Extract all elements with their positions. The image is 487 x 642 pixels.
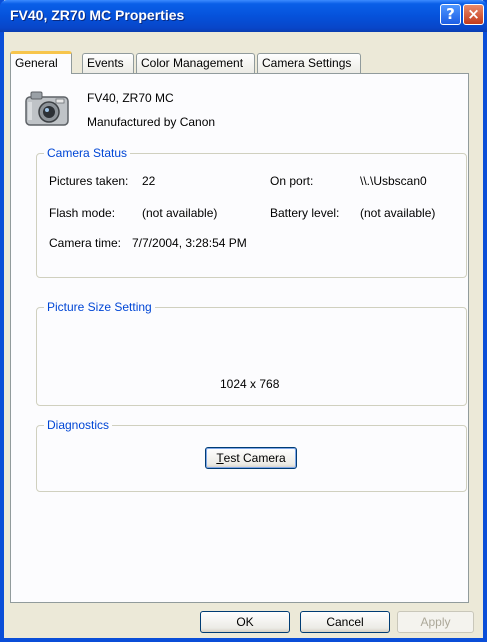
test-camera-button[interactable]: Test Camera bbox=[205, 447, 297, 469]
test-camera-accesskey: T bbox=[216, 451, 224, 465]
battery-level-label: Battery level: bbox=[270, 206, 340, 220]
camera-time-value: 7/7/2004, 3:28:54 PM bbox=[132, 236, 247, 250]
camera-time-label: Camera time: bbox=[49, 236, 122, 250]
pictures-taken-label: Pictures taken: bbox=[49, 174, 129, 188]
on-port-value: \\.\Usbscan0 bbox=[360, 174, 427, 188]
tab-events[interactable]: Events bbox=[82, 53, 134, 73]
picture-size-group: Picture Size Setting bbox=[36, 300, 467, 406]
camera-icon bbox=[25, 91, 69, 126]
manufacturer-label: Manufactured by Canon bbox=[87, 115, 216, 129]
picture-size-value: 1024 x 768 bbox=[220, 377, 280, 391]
close-button[interactable]: × bbox=[463, 4, 484, 25]
flash-mode-label: Flash mode: bbox=[49, 206, 116, 220]
pictures-taken-value: 22 bbox=[142, 174, 156, 188]
camera-status-title: Camera Status bbox=[44, 146, 131, 160]
device-name: FV40, ZR70 MC bbox=[87, 91, 174, 105]
ok-button[interactable]: OK bbox=[200, 611, 290, 633]
title-bar[interactable]: FV40, ZR70 MC Properties ? × bbox=[0, 0, 487, 32]
test-camera-label: est Camera bbox=[223, 451, 286, 465]
tab-color-management[interactable]: Color Management bbox=[136, 53, 255, 73]
on-port-label: On port: bbox=[270, 174, 314, 188]
window-title: FV40, ZR70 MC Properties bbox=[10, 7, 185, 23]
flash-mode-value: (not available) bbox=[142, 206, 218, 220]
apply-button[interactable]: Apply bbox=[397, 611, 474, 633]
diagnostics-title: Diagnostics bbox=[44, 418, 113, 432]
battery-level-value: (not available) bbox=[360, 206, 436, 220]
cancel-button[interactable]: Cancel bbox=[300, 611, 390, 633]
tab-camera-settings[interactable]: Camera Settings bbox=[257, 53, 361, 73]
help-button[interactable]: ? bbox=[440, 4, 461, 25]
picture-size-title: Picture Size Setting bbox=[44, 300, 155, 314]
tab-general[interactable]: General bbox=[10, 51, 72, 74]
